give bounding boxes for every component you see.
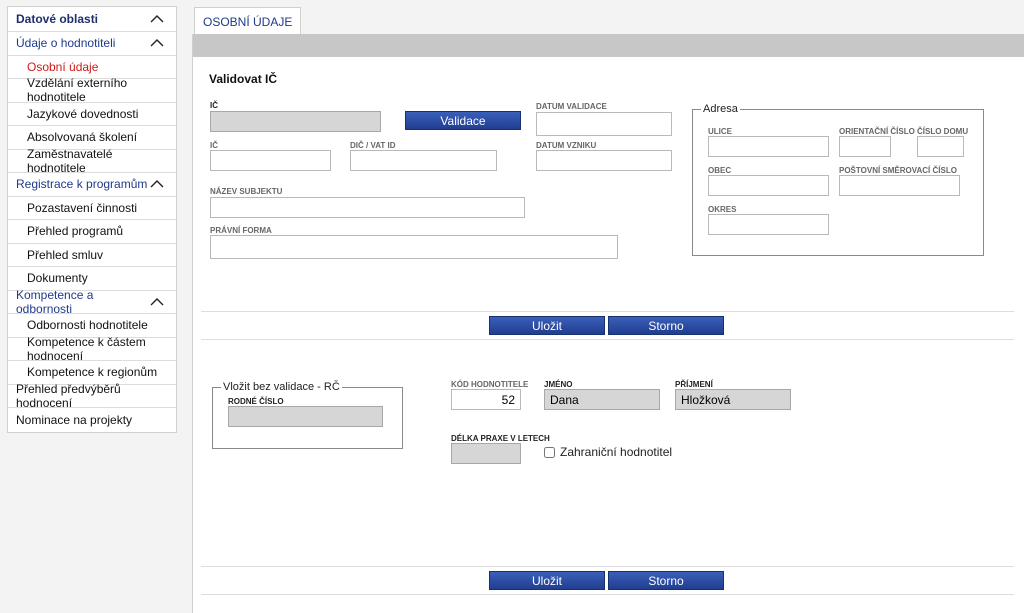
sidebar-item-label: Jazykové dovednosti	[27, 106, 139, 121]
ic-label: IČ	[210, 101, 218, 110]
dic-input[interactable]	[350, 150, 497, 171]
pravni-forma-select[interactable]	[210, 235, 618, 259]
ulice-input[interactable]	[708, 136, 829, 157]
zahranicni-hodnotitel-checkbox[interactable]: Zahraniční hodnotitel	[544, 445, 672, 459]
cislo-domu-input[interactable]	[917, 136, 964, 157]
psc-input[interactable]	[839, 175, 960, 196]
chevron-up-icon[interactable]	[150, 38, 164, 48]
main-content: OSOBNÍ ÚDAJE Validovat IČ IČ Validace DA…	[192, 6, 1024, 613]
sidebar-group-registrace[interactable]: Registrace k programům	[8, 173, 176, 197]
jmeno-input[interactable]	[544, 389, 660, 410]
datum-vzniku-input[interactable]	[536, 150, 672, 171]
sidebar-header[interactable]: Datové oblasti	[8, 7, 176, 32]
ulice-label: ULICE	[708, 127, 732, 136]
sidebar-item-label: Osobní údaje	[27, 59, 99, 74]
sidebar-group-label: Registrace k programům	[16, 177, 148, 192]
sidebar-item-label: Kompetence k regionům	[27, 365, 158, 380]
cancel-button-bottom[interactable]: Storno	[608, 571, 724, 590]
kod-hodnotitele-input[interactable]	[451, 389, 521, 410]
ic2-label: IČ	[210, 141, 218, 150]
sidebar-item-programy[interactable]: Přehled programů	[8, 220, 176, 244]
rodne-cislo-input[interactable]	[228, 406, 383, 427]
sidebar: Datové oblasti Údaje o hodnotiteli Osobn…	[7, 6, 177, 433]
okres-label: OKRES	[708, 205, 737, 214]
prijmeni-label: PŘÍJMENÍ	[675, 380, 713, 389]
nazev-subjektu-input[interactable]	[210, 197, 525, 218]
sidebar-group-udaje[interactable]: Údaje o hodnotiteli	[8, 32, 176, 56]
sidebar-item-label: Vzdělání externího hodnotitele	[27, 76, 128, 105]
sidebar-item-label: Přehled smluv	[27, 247, 104, 262]
sidebar-header-label: Datové oblasti	[16, 12, 99, 26]
address-legend: Adresa	[703, 103, 738, 115]
divider	[201, 339, 1014, 340]
sidebar-item-predvybery[interactable]: Přehled předvýběrů hodnocení	[8, 381, 176, 410]
obec-label: OBEC	[708, 166, 732, 175]
sidebar-item-smlouvy[interactable]: Přehled smluv	[8, 244, 176, 267]
sidebar-group-kompetence[interactable]: Kompetence a odbornosti	[8, 287, 176, 316]
datum-validace-label: DATUM VALIDACE	[536, 102, 607, 111]
orientacni-cislo-label: ORIENTAČNÍ ČÍSLO	[839, 127, 915, 136]
tab-osobni-udaje[interactable]: OSOBNÍ ÚDAJE	[194, 7, 302, 35]
sidebar-item-label: Zaměstnavatelé hodnotitele	[27, 146, 113, 175]
datum-validace-input[interactable]	[536, 112, 672, 136]
sidebar-item-label: Dokumenty	[27, 271, 88, 286]
prijmeni-input[interactable]	[675, 389, 791, 410]
sidebar-item-kompetence-casti[interactable]: Kompetence k částem hodnocení	[8, 334, 176, 363]
sidebar-item-label: Přehled předvýběrů hodnocení	[16, 381, 121, 410]
cislo-domu-label: ČÍSLO DOMU	[917, 127, 969, 136]
pravni-forma-label: PRÁVNÍ FORMA	[210, 226, 272, 235]
psc-label: POŠTOVNÍ SMĚROVACÍ ČÍSLO	[839, 166, 957, 175]
delka-praxe-label: DÉLKA PRAXE V LETECH	[451, 434, 550, 443]
delka-praxe-input[interactable]	[451, 443, 521, 464]
sidebar-item-label: Absolvovaná školení	[27, 130, 138, 145]
sidebar-item-nominace[interactable]: Nominace na projekty	[8, 408, 176, 432]
zahranicni-checkbox-box[interactable]	[544, 446, 555, 458]
datum-vzniku-label: DATUM VZNIKU	[536, 141, 597, 150]
validate-button[interactable]: Validace	[405, 111, 521, 130]
section-title-validovat: Validovat IČ	[209, 72, 278, 86]
cancel-button[interactable]: Storno	[608, 316, 724, 335]
sidebar-item-label: Nominace na projekty	[16, 412, 133, 427]
panel-header-bar	[193, 34, 1024, 57]
kod-hodnotitele-label: KÓD HODNOTITELE	[451, 380, 529, 389]
rc-legend: Vložit bez validace - RČ	[223, 381, 340, 393]
chevron-up-icon[interactable]	[150, 179, 164, 189]
divider	[201, 594, 1014, 595]
sidebar-item-zamestnavatele[interactable]: Zaměstnavatelé hodnotitele	[8, 146, 176, 175]
save-button[interactable]: Uložit	[489, 316, 605, 335]
sidebar-item-jazykove[interactable]: Jazykové dovednosti	[8, 103, 176, 126]
jmeno-label: JMÉNO	[544, 380, 573, 389]
chevron-up-icon[interactable]	[150, 14, 164, 24]
sidebar-item-label: Přehled programů	[27, 224, 124, 239]
sidebar-item-label: Pozastavení činnosti	[27, 200, 138, 215]
tab-bar: OSOBNÍ ÚDAJE	[192, 6, 1024, 35]
orientacni-cislo-input[interactable]	[839, 136, 891, 157]
chevron-up-icon[interactable]	[150, 297, 164, 307]
rodne-cislo-label: RODNÉ ČÍSLO	[228, 397, 284, 406]
divider	[201, 311, 1014, 312]
divider	[201, 566, 1014, 567]
sidebar-item-pozastaveni[interactable]: Pozastavení činnosti	[8, 197, 176, 220]
ic2-input[interactable]	[210, 150, 331, 171]
obec-input[interactable]	[708, 175, 829, 196]
okres-input[interactable]	[708, 214, 829, 235]
ic-input[interactable]	[210, 111, 381, 132]
sidebar-item-label: Kompetence k částem hodnocení	[27, 334, 146, 363]
sidebar-group-label: Kompetence a odbornosti	[16, 287, 94, 316]
sidebar-group-label: Údaje o hodnotiteli	[16, 36, 116, 51]
sidebar-item-vzdelani[interactable]: Vzdělání externího hodnotitele	[8, 76, 176, 105]
nazev-subjektu-label: NÁZEV SUBJEKTU	[210, 187, 283, 196]
sidebar-item-label: Odbornosti hodnotitele	[27, 318, 148, 333]
save-button-bottom[interactable]: Uložit	[489, 571, 605, 590]
form-panel: Validovat IČ IČ Validace DATUM VALIDACE …	[192, 34, 1024, 613]
dic-label: DIČ / VAT ID	[350, 141, 396, 150]
zahranicni-checkbox-label: Zahraniční hodnotitel	[560, 445, 673, 459]
